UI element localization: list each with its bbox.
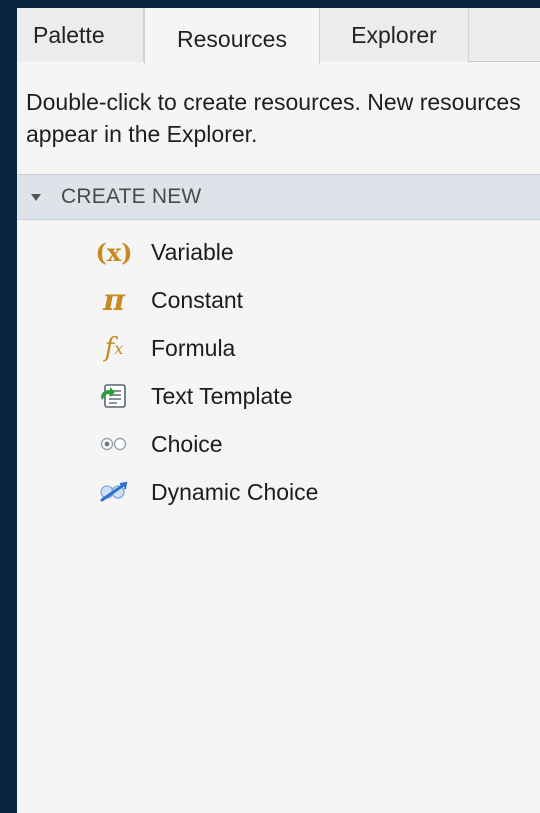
list-item-choice[interactable]: Choice [17,420,540,468]
window-frame-left [0,0,17,813]
list-item-variable[interactable]: (x) Variable [17,228,540,276]
constant-pi-icon: π [103,282,125,318]
list-item-dynamic-choice[interactable]: Dynamic Choice [17,468,540,516]
create-new-list: (x) Variable π Constant fx Formula Text … [17,228,540,516]
variable-icon: (x) [95,237,133,267]
tab-palette[interactable]: Palette [17,8,144,62]
item-label: Constant [151,286,244,313]
list-item-formula[interactable]: fx Formula [17,324,540,372]
create-new-section-header[interactable]: CREATE NEW [17,174,540,220]
collapse-caret-icon[interactable] [31,193,41,201]
item-label: Choice [151,430,223,457]
window-frame-top [17,0,540,8]
formula-x-glyph: x [114,338,124,358]
help-text: Double-click to create resources. New re… [26,89,521,147]
item-label: Text Template [151,382,293,409]
choice-radio-icon [96,428,132,460]
section-title: CREATE NEW [61,185,202,208]
tab-explorer[interactable]: Explorer [320,8,469,62]
formula-f-glyph: f [104,333,115,363]
resources-panel: Palette Resources Explorer Double-click … [17,8,540,813]
item-label: Dynamic Choice [151,478,319,505]
list-item-text-template[interactable]: Text Template [17,372,540,420]
tab-resources[interactable]: Resources [144,8,320,64]
dynamic-choice-icon [96,476,132,508]
list-item-constant[interactable]: π Constant [17,276,540,324]
item-label: Variable [151,238,234,265]
item-label: Formula [151,334,236,361]
formula-fx-icon: fx [96,332,132,364]
tab-bar: Palette Resources Explorer [17,8,540,64]
text-template-icon [96,380,132,412]
